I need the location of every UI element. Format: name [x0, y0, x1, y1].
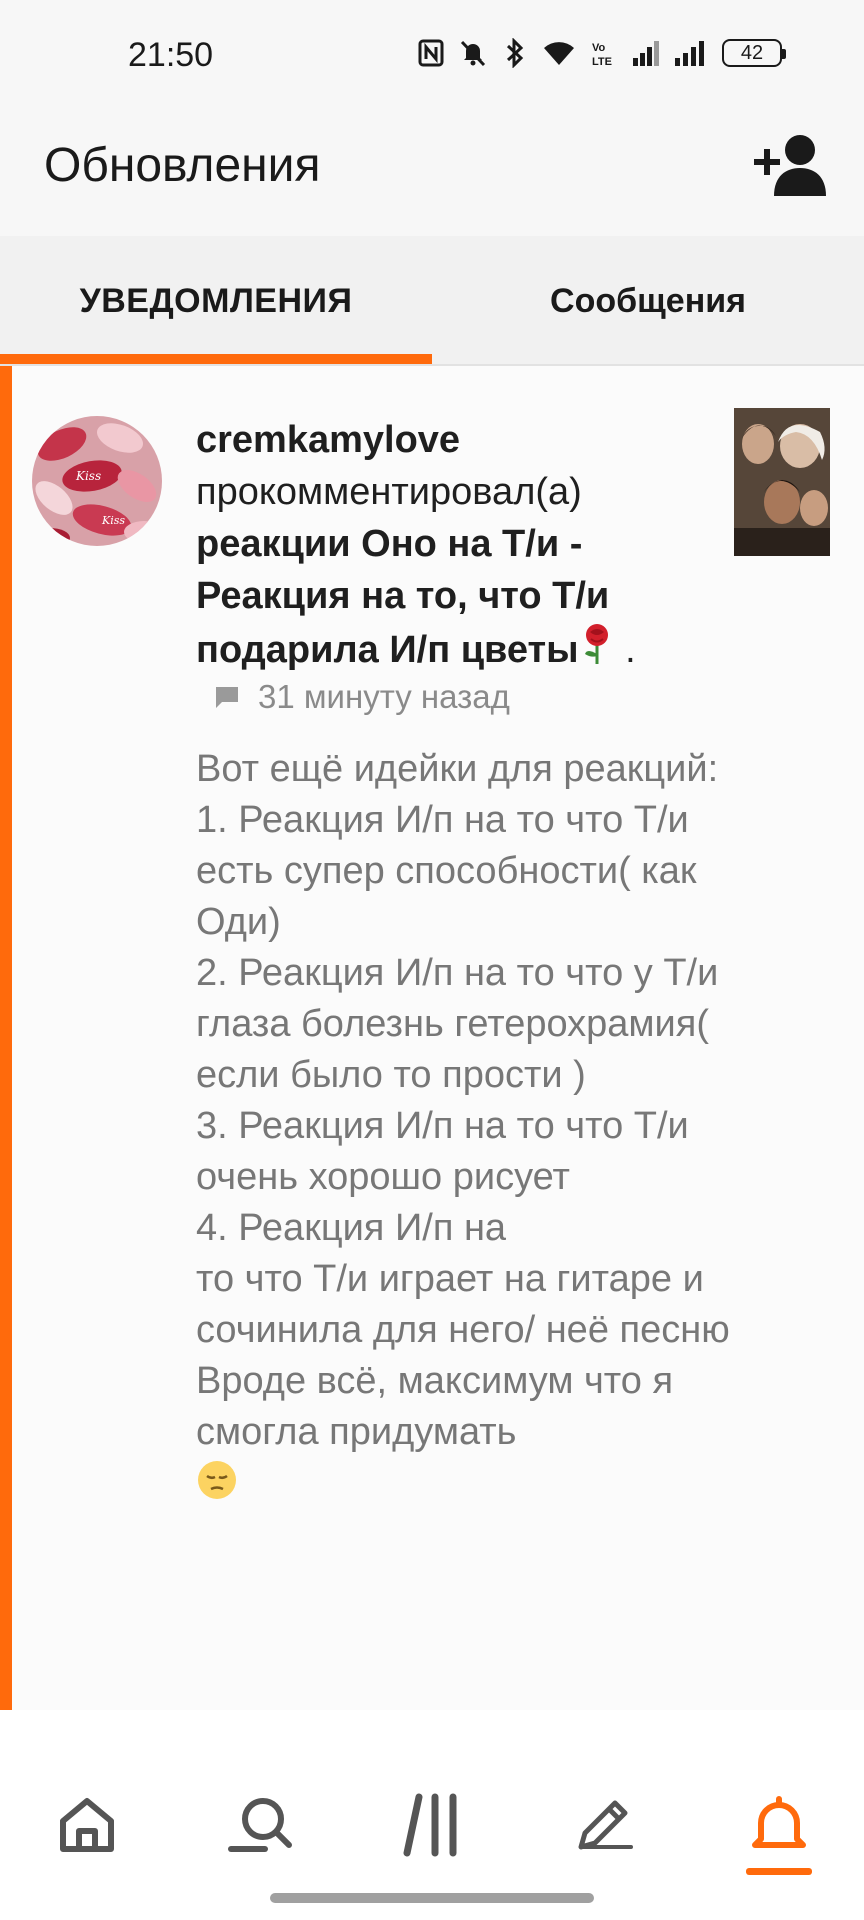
- signal-icon: [633, 41, 659, 66]
- notification-list[interactable]: Kiss Kiss cremkamylove прокомментировал(…: [0, 366, 864, 1710]
- story-thumbnail[interactable]: [734, 408, 830, 556]
- svg-text:Kiss: Kiss: [101, 514, 125, 527]
- nav-notifications[interactable]: [734, 1780, 824, 1870]
- notification-text: cremkamylove прокомментировал(а) реакции…: [196, 414, 716, 680]
- avatar[interactable]: Kiss Kiss: [32, 416, 162, 546]
- tab-bar: УВЕДОМЛЕНИЯ Сообщения: [0, 236, 864, 366]
- svg-text:Kiss: Kiss: [75, 469, 101, 483]
- volte-icon: Vo LTE: [592, 42, 612, 67]
- tab-messages[interactable]: Сообщения: [432, 236, 864, 366]
- tab-notifications[interactable]: УВЕДОМЛЕНИЯ: [0, 236, 432, 366]
- nav-search[interactable]: [216, 1780, 306, 1870]
- svg-text:Vo: Vo: [592, 42, 606, 54]
- bell-icon: [752, 1796, 806, 1848]
- battery-icon: 42: [722, 39, 786, 67]
- search-icon: [228, 1798, 292, 1852]
- nfc-icon: [418, 39, 444, 67]
- home-icon: [60, 1798, 114, 1852]
- library-icon: [403, 1793, 457, 1857]
- status-icons: Vo LTE 42: [418, 38, 786, 68]
- notification-meta: 31 минуту назад: [214, 678, 510, 716]
- comment-icon: [216, 687, 238, 708]
- username-link[interactable]: cremkamylove: [196, 414, 716, 466]
- wifi-icon: [544, 42, 574, 65]
- active-tab-indicator: [0, 354, 432, 364]
- nav-library[interactable]: [388, 1780, 478, 1870]
- bluetooth-icon: [506, 38, 524, 68]
- notification-action: прокомментировал(а): [196, 471, 582, 513]
- unread-indicator: [0, 366, 12, 1710]
- time-ago: 31 минуту назад: [258, 678, 510, 715]
- app-header: Обновления: [0, 112, 864, 236]
- add-friend-icon: [754, 135, 826, 196]
- status-time: 21:50: [128, 36, 214, 74]
- story-title-link[interactable]: реакции Оно на Т/и - Реакция на то, что …: [196, 523, 609, 671]
- pencil-icon: [578, 1800, 633, 1850]
- mute-icon: [460, 40, 486, 67]
- comment-text: Вот ещё идейки для реакций: 1. Реакция И…: [196, 744, 736, 1509]
- title-trailing: .: [614, 629, 636, 671]
- rose-icon: [579, 622, 615, 680]
- add-friend-button[interactable]: [750, 132, 834, 202]
- signal-icon: [675, 41, 704, 66]
- nav-active-indicator: [746, 1868, 812, 1875]
- nav-home[interactable]: [42, 1780, 132, 1870]
- gesture-home-indicator[interactable]: [270, 1893, 594, 1903]
- nav-write[interactable]: [558, 1780, 648, 1870]
- svg-text:LTE: LTE: [592, 56, 612, 67]
- avatar-image: Kiss Kiss: [32, 416, 162, 546]
- story-cover-image: [734, 408, 830, 556]
- status-bar: 21:50 Vo LTE 42: [0, 0, 864, 112]
- page-title: Обновления: [44, 139, 321, 192]
- pensive-face-icon: [196, 1461, 238, 1504]
- battery-level: 42: [740, 41, 764, 64]
- comment-body: Вот ещё идейки для реакций: 1. Реакция И…: [196, 748, 730, 1453]
- bottom-navigation: [0, 1710, 864, 1920]
